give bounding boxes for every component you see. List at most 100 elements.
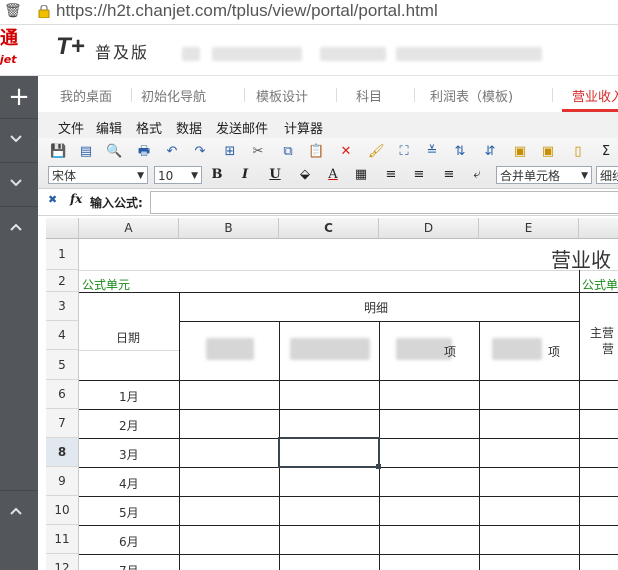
lock-warning-icon[interactable] — [38, 5, 50, 18]
row-header[interactable]: 6 — [46, 380, 79, 409]
column-header-c[interactable]: C — [279, 218, 379, 239]
fill-handle[interactable] — [376, 464, 381, 469]
underline-button[interactable]: U — [266, 166, 284, 184]
border-style-value: 细线 — [600, 169, 618, 183]
redacted-block — [320, 47, 386, 61]
table-border — [479, 321, 480, 570]
spreadsheet-grid: A B C D E 1 2 3 4 5 6 7 8 9 10 11 12 营业收… — [46, 218, 618, 570]
align-center-icon[interactable]: ≡ — [410, 166, 428, 184]
row-header[interactable]: 11 — [46, 525, 79, 554]
replace-icon[interactable]: ≚ — [424, 144, 440, 160]
sidebar-toggle-3[interactable] — [0, 206, 38, 247]
save-as-icon[interactable]: ▤ — [78, 144, 94, 160]
align-left-icon[interactable]: ≡ — [382, 166, 400, 184]
italic-button[interactable]: I — [236, 166, 254, 184]
paste-special-icon[interactable]: ▣ — [540, 144, 556, 160]
print-icon[interactable]: 🖶 — [136, 144, 152, 160]
menu-file[interactable]: 文件 — [58, 118, 84, 137]
font-family-select[interactable]: 宋体 ▼ — [48, 166, 148, 184]
row-header[interactable]: 8 — [46, 438, 79, 467]
redacted-block — [182, 47, 200, 61]
sidebar-toggle-4[interactable] — [0, 490, 38, 531]
sort-desc-icon[interactable]: ⇵ — [482, 144, 498, 160]
document-icon[interactable]: ▯ — [570, 144, 586, 160]
header-main-business-2: 营 — [602, 342, 615, 356]
border-style-select[interactable]: 细线 — [596, 166, 618, 184]
table-border — [79, 292, 618, 293]
tab-divider — [414, 88, 415, 102]
url-text[interactable]: https://h2t.chanjet.com/tplus/view/porta… — [56, 1, 438, 21]
menu-send-email[interactable]: 发送邮件 — [216, 118, 268, 137]
row-header[interactable]: 5 — [46, 350, 79, 380]
copy-icon[interactable]: ⧉ — [280, 144, 296, 160]
row-header[interactable]: 9 — [46, 467, 79, 496]
menu-data[interactable]: 数据 — [176, 118, 202, 137]
trash-icon[interactable]: 🗑 — [4, 4, 22, 18]
add-icon[interactable]: + — [4, 82, 34, 112]
sidebar-toggle-1[interactable] — [0, 118, 38, 159]
row-header[interactable]: 10 — [46, 496, 79, 525]
print-preview-icon[interactable]: 🔍 — [106, 144, 122, 160]
month-cell[interactable]: 2月 — [119, 417, 139, 434]
fill-color-icon[interactable]: ⬙ — [296, 166, 314, 184]
undo-icon[interactable]: ↶ — [164, 144, 180, 160]
chevron-up-icon — [10, 223, 22, 231]
column-header-b[interactable]: B — [179, 218, 279, 239]
cancel-formula-icon[interactable]: ✖ — [48, 193, 57, 206]
align-right-icon[interactable]: ≡ — [440, 166, 458, 184]
tab-subjects[interactable]: 科目 — [356, 86, 382, 105]
bold-button[interactable]: B — [208, 166, 226, 184]
month-cell[interactable]: 3月 — [119, 446, 139, 463]
month-cell[interactable]: 1月 — [119, 388, 139, 405]
column-header-f[interactable] — [579, 218, 618, 239]
tab-profit-statement[interactable]: 利润表（模板) — [430, 86, 513, 105]
toolbar: 💾 ▤ 🔍 🖶 ↶ ↷ ⊞ ✂ ⧉ 📋 ✕ 🖌 ⛶ ≚ ⇅ ⇵ ▣ ▣ ▯ Σ … — [38, 138, 618, 189]
company-logo-sub: jet — [0, 53, 17, 66]
row-header[interactable]: 2 — [46, 270, 79, 292]
column-header-a[interactable]: A — [79, 218, 179, 239]
row-header[interactable]: 12 — [46, 554, 79, 570]
row-header[interactable]: 1 — [46, 239, 79, 270]
row-header[interactable]: 7 — [46, 409, 79, 438]
column-header-d[interactable]: D — [379, 218, 479, 239]
menu-format[interactable]: 格式 — [136, 118, 162, 137]
sort-asc-icon[interactable]: ⇅ — [452, 144, 468, 160]
redo-icon[interactable]: ↷ — [192, 144, 208, 160]
select-all-corner[interactable] — [46, 218, 79, 239]
month-cell[interactable]: 6月 — [119, 533, 139, 550]
month-cell[interactable]: 7月 — [119, 562, 139, 570]
sidebar-toggle-2[interactable] — [0, 162, 38, 203]
column-header-e[interactable]: E — [479, 218, 579, 239]
function-icon[interactable]: fx — [70, 192, 82, 206]
select-all-icon[interactable]: ⊞ — [222, 144, 238, 160]
find-icon[interactable]: ⛶ — [396, 144, 412, 160]
format-painter-icon[interactable]: 🖌 — [368, 144, 385, 160]
row-header[interactable]: 4 — [46, 321, 79, 350]
row-header[interactable]: 3 — [46, 292, 79, 321]
sum-icon[interactable]: Σ — [598, 144, 614, 160]
formula-input[interactable] — [150, 191, 618, 214]
tab-my-desktop[interactable]: 我的桌面 — [60, 86, 112, 105]
save-icon[interactable]: 💾 — [50, 144, 66, 160]
tab-init-guide[interactable]: 初始化导航 — [141, 86, 206, 105]
font-size-value: 10 — [158, 169, 174, 183]
border-icon[interactable]: ▦ — [352, 166, 370, 184]
month-cell[interactable]: 5月 — [119, 504, 139, 521]
tab-template-design[interactable]: 模板设计 — [256, 86, 308, 105]
clipboard-icon[interactable]: ▣ — [512, 144, 528, 160]
browser-address-bar: 🗑 https://h2t.chanjet.com/tplus/view/por… — [0, 0, 618, 25]
merge-cells-select[interactable]: 合并单元格 ▼ — [496, 166, 592, 184]
font-size-select[interactable]: 10 ▼ — [154, 166, 202, 184]
menu-calculator[interactable]: 计算器 — [284, 118, 323, 137]
font-family-value: 宋体 — [52, 169, 77, 183]
paste-icon[interactable]: 📋 — [308, 144, 324, 160]
wrap-text-icon[interactable]: ⤶ — [468, 166, 486, 184]
font-color-button[interactable]: A — [324, 166, 342, 184]
cut-icon[interactable]: ✂ — [250, 144, 266, 160]
delete-icon[interactable]: ✕ — [338, 144, 354, 160]
report-title: 营业收 — [551, 248, 611, 272]
month-cell[interactable]: 4月 — [119, 475, 139, 492]
tab-operating-revenue[interactable]: 营业收入 — [572, 86, 618, 105]
menu-edit[interactable]: 编辑 — [96, 118, 122, 137]
selected-cell[interactable] — [278, 437, 380, 468]
